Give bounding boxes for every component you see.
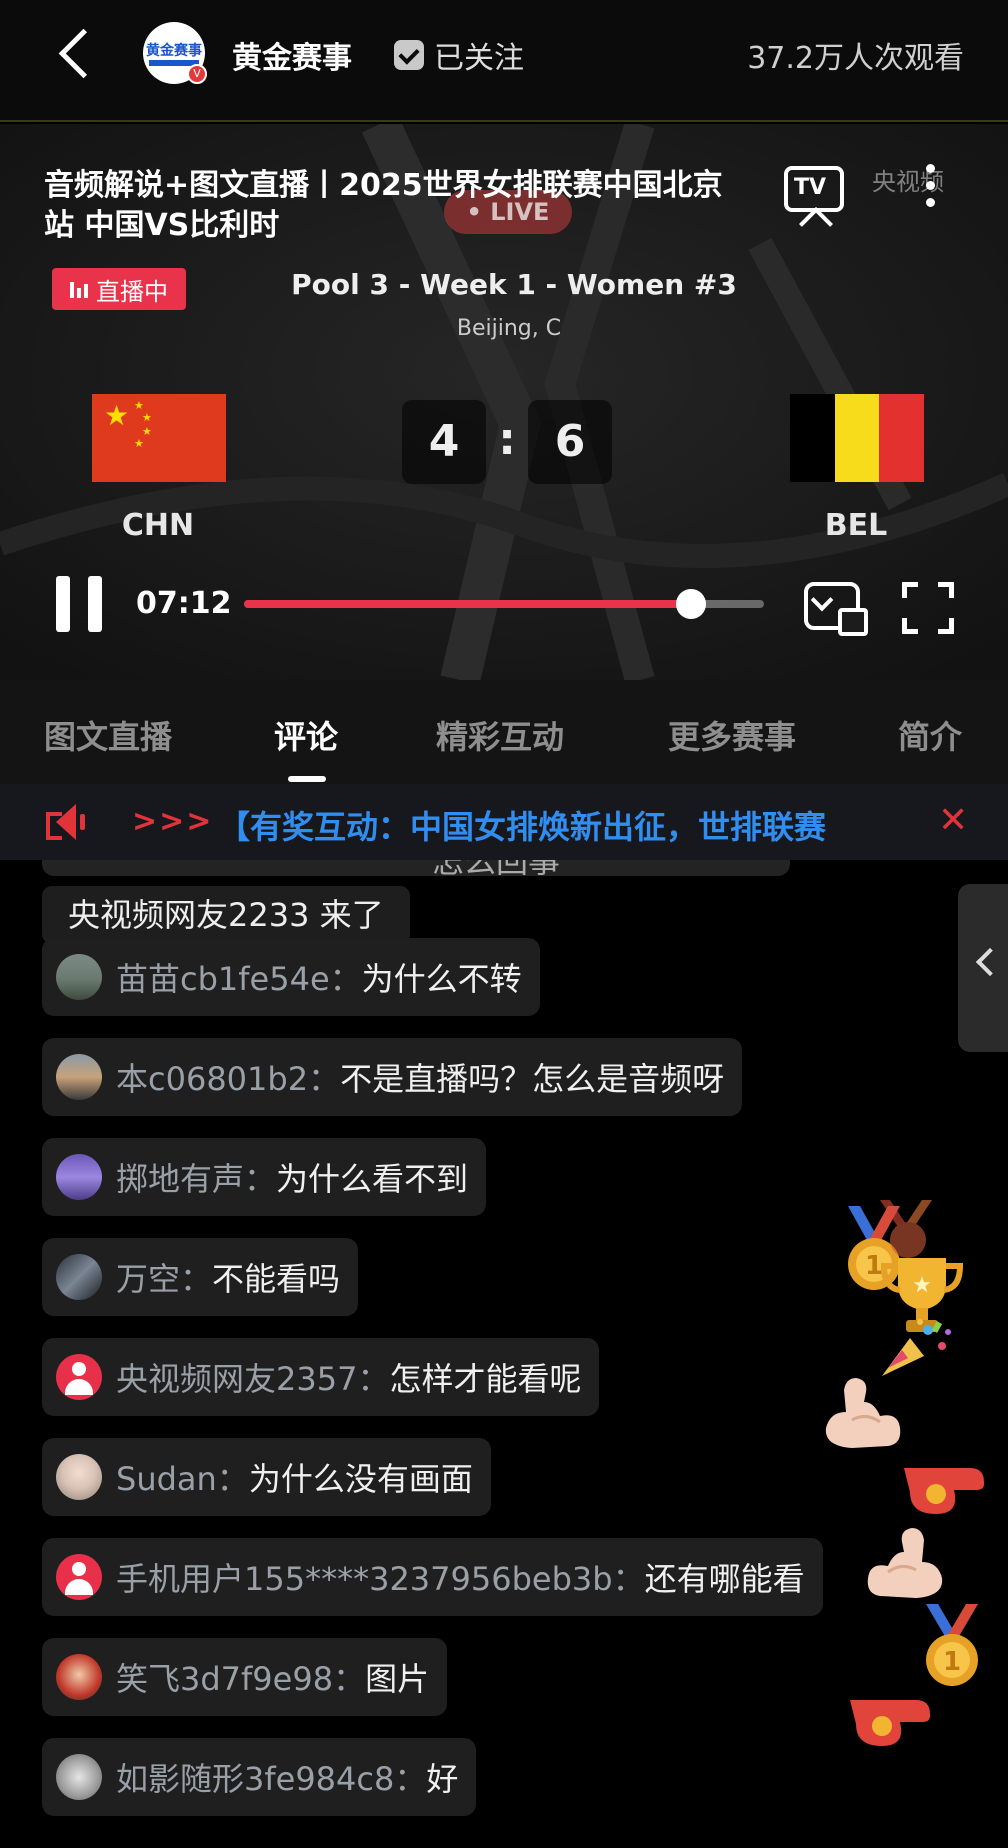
comment-text: 为什么看不到: [276, 1160, 469, 1198]
progress-fill: [244, 600, 692, 608]
comment-username: 笑飞3d7f9e98：: [116, 1660, 366, 1698]
match-pool-title: Pool 3 - Week 1 - Women #3: [291, 268, 737, 301]
tab-highlights[interactable]: 精彩互动: [436, 712, 564, 758]
progress-knob[interactable]: [676, 589, 707, 619]
more-options-icon[interactable]: [918, 164, 942, 216]
medal-icon: [880, 1200, 932, 1258]
comment-item[interactable]: 央视频网友2357： 怎样才能看呢: [42, 1338, 600, 1416]
view-count: 37.2万人次观看: [747, 41, 964, 76]
comment-username: 万空：: [116, 1260, 213, 1298]
verified-badge-icon: V: [187, 64, 207, 84]
user-avatar[interactable]: [56, 954, 102, 1000]
whistle-icon: [850, 1700, 930, 1746]
tab-more-events[interactable]: 更多赛事: [668, 712, 796, 758]
comment-item[interactable]: 苗苗cb1fe54e： 为什么不转: [42, 938, 540, 1016]
comment-username: 本c06801b2：: [116, 1060, 341, 1098]
comment-item[interactable]: 手机用户155****3237956beb3b： 还有哪能看: [42, 1538, 823, 1616]
partial-comment-text: 怎么回事: [432, 860, 561, 880]
comment-text: 不是直播吗？怎么是音频呀: [340, 1060, 725, 1098]
picture-in-picture-icon[interactable]: [804, 582, 868, 636]
comment-item[interactable]: 万空： 不能看吗: [42, 1238, 359, 1316]
tv-label: TV: [794, 175, 827, 200]
comment-username: 掷地有声：: [116, 1160, 277, 1198]
whistle-icon: [904, 1468, 984, 1514]
comment-username: 如影随形3fe984c8：: [116, 1760, 427, 1798]
default-user-icon[interactable]: [56, 1354, 102, 1400]
top-bar: 黄金赛事 V 黄金赛事 已关注 37.2万人次观看: [0, 0, 1008, 122]
partial-comment: 怎么回事: [42, 860, 790, 880]
user-avatar[interactable]: [56, 1754, 102, 1800]
china-flag-icon: ★ ★ ★ ★ ★: [92, 394, 226, 482]
video-title: 音频解说+图文直播丨2025世界女排联赛中国北京站 中国VS比利时: [44, 168, 723, 243]
pause-icon[interactable]: [54, 576, 104, 632]
comment-item[interactable]: 笑飞3d7f9e98： 图片: [42, 1638, 448, 1716]
cast-tv-icon[interactable]: TV: [784, 166, 844, 212]
comment-text: 不能看吗: [212, 1260, 341, 1298]
checkmark-icon: [394, 40, 424, 70]
announcement-text[interactable]: 【有奖互动：中国女排焕新出征，世排联赛: [218, 802, 878, 848]
comment-text: 怎样才能看呢: [389, 1360, 582, 1398]
video-player[interactable]: 音频解说+图文直播丨2025世界女排联赛中国北京站 中国VS比利时 • LIVE…: [0, 124, 1008, 680]
channel-logo-text: 黄金赛事: [146, 43, 202, 59]
comment-item[interactable]: 如影随形3fe984c8： 好: [42, 1738, 477, 1816]
home-team-code: CHN: [121, 508, 195, 543]
active-tab-indicator: [288, 776, 326, 782]
match-venue: Beijing, C: [456, 316, 562, 341]
user-avatar[interactable]: [56, 1154, 102, 1200]
flexed-bicep-icon: [867, 1528, 943, 1598]
away-team-code: BEL: [824, 508, 888, 543]
comment-item[interactable]: 本c06801b2： 不是直播吗？怎么是音频呀: [42, 1038, 743, 1116]
score-separator: :: [498, 414, 516, 465]
comment-text: 还有哪能看: [644, 1560, 805, 1598]
tab-bar: 图文直播 评论 精彩互动 更多赛事 简介: [0, 680, 1008, 784]
tab-comments[interactable]: 评论: [274, 712, 338, 758]
user-avatar[interactable]: [56, 1654, 102, 1700]
user-avatar[interactable]: [56, 1054, 102, 1100]
chevrons-icon: >>>: [132, 804, 214, 839]
announcement-bar[interactable]: >>> 【有奖互动：中国女排焕新出征，世排联赛 ✕: [0, 784, 1008, 860]
comment-username: 央视频网友2357：: [116, 1360, 390, 1398]
comment-text: 图片: [365, 1660, 430, 1698]
fullscreen-icon[interactable]: [902, 582, 954, 634]
user-join-notice: 央视频网友2233 来了: [42, 886, 410, 944]
default-user-icon[interactable]: [56, 1554, 102, 1600]
follow-button[interactable]: 已关注: [394, 33, 524, 77]
back-icon[interactable]: [52, 22, 112, 86]
flexed-bicep-icon: [825, 1378, 901, 1448]
comment-username: 苗苗cb1fe54e：: [116, 960, 362, 998]
user-avatar[interactable]: [56, 1454, 102, 1500]
close-icon[interactable]: ✕: [938, 798, 968, 844]
svg-text:1: 1: [943, 1647, 961, 1677]
home-score: 4: [402, 400, 486, 484]
channel-name[interactable]: 黄金赛事: [232, 33, 352, 77]
comment-text: 为什么没有画面: [248, 1460, 473, 1498]
speaker-icon: [46, 804, 88, 840]
away-score: 6: [528, 400, 612, 484]
comment-username: 手机用户155****3237956beb3b：: [116, 1560, 645, 1598]
side-panel-handle[interactable]: [958, 884, 1008, 1052]
comment-username: Sudan：: [116, 1460, 249, 1498]
comment-text: 为什么不转: [361, 960, 522, 998]
svg-text:★: ★: [912, 1273, 932, 1298]
tab-live-text[interactable]: 图文直播: [44, 712, 172, 758]
follow-label: 已关注: [434, 41, 524, 76]
progress-bar[interactable]: [244, 589, 764, 619]
comment-item[interactable]: Sudan： 为什么没有画面: [42, 1438, 491, 1516]
medal-icon: 1: [926, 1604, 978, 1686]
user-avatar[interactable]: [56, 1254, 102, 1300]
belgium-flag-icon: [790, 394, 925, 482]
elapsed-time: 07:12: [136, 586, 232, 621]
comment-item[interactable]: 掷地有声： 为什么看不到: [42, 1138, 487, 1216]
tab-intro[interactable]: 简介: [898, 712, 962, 758]
comment-text: 好: [426, 1760, 459, 1798]
